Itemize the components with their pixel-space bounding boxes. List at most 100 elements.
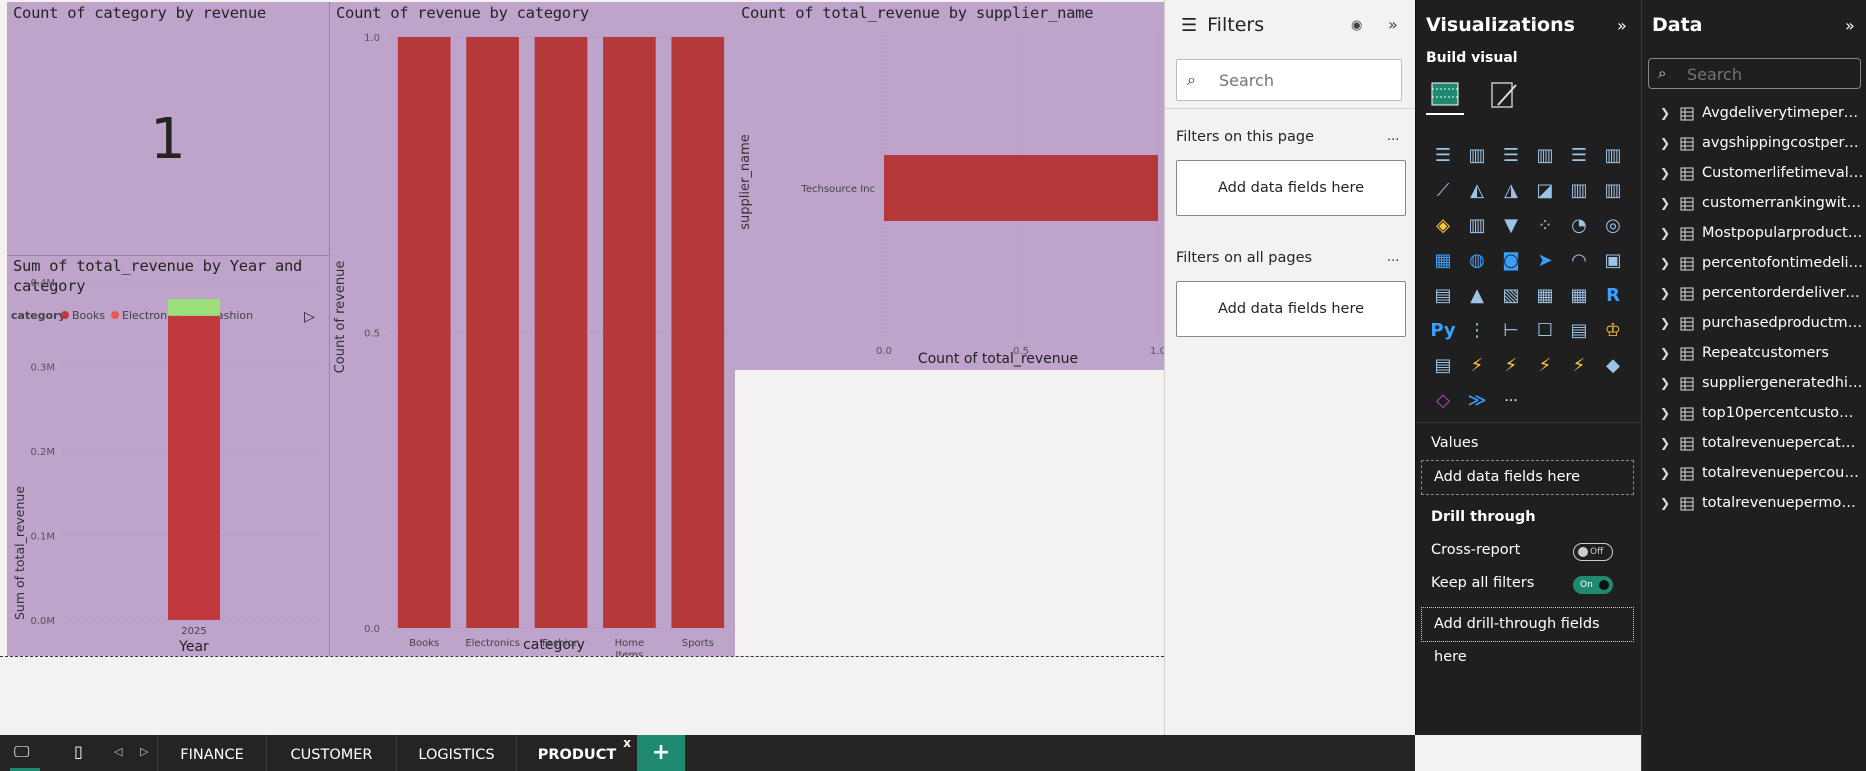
data-table-item[interactable]: ❯ top10percentcustome... <box>1642 400 1866 430</box>
prev-page-icon[interactable]: ◁ <box>114 745 122 758</box>
collapse-data-icon[interactable]: » <box>1845 16 1855 35</box>
hbar-bar[interactable] <box>884 155 1158 221</box>
clustered-bar-icon[interactable]: ☰ <box>1494 138 1528 173</box>
treemap-icon[interactable]: ▦ <box>1426 243 1460 278</box>
data-table-item[interactable]: ❯ suppliergeneratedhig... <box>1642 370 1866 400</box>
stacked-bar-segment[interactable] <box>168 315 220 620</box>
map-icon[interactable]: ◍ <box>1460 243 1494 278</box>
data-table-item[interactable]: ❯ purchasedproductmor... <box>1642 310 1866 340</box>
stacked-bar-segment[interactable] <box>168 298 220 316</box>
expand-chevron-icon[interactable]: ❯ <box>1660 346 1670 360</box>
cross-report-toggle[interactable]: Off <box>1573 543 1613 561</box>
stacked-area-icon[interactable]: ◮ <box>1494 173 1528 208</box>
expand-chevron-icon[interactable]: ❯ <box>1660 226 1670 240</box>
data-table-item[interactable]: ❯ totalrevenuepermonth... <box>1642 490 1866 520</box>
data-search-input[interactable] <box>1687 65 1852 84</box>
tab-logistics[interactable]: LOGISTICS <box>396 735 516 771</box>
expand-chevron-icon[interactable]: ❯ <box>1660 496 1670 510</box>
azure-map-icon[interactable]: ➤ <box>1528 243 1562 278</box>
metrics-icon[interactable]: ⚡ <box>1528 348 1562 383</box>
filled-map-icon[interactable]: ◙ <box>1494 243 1528 278</box>
kpi-icon[interactable]: ▲ <box>1460 278 1494 313</box>
data-table-item[interactable]: ❯ Customerlifetimevalue... <box>1642 160 1866 190</box>
goals-icon[interactable]: ⚡ <box>1562 348 1596 383</box>
card-visual[interactable]: Count of category by revenue 1 <box>7 2 329 256</box>
next-page-icon[interactable]: ▷ <box>140 745 148 758</box>
key-influencers-icon[interactable]: ⋮ <box>1460 313 1494 348</box>
r-visual-icon[interactable]: R <box>1596 278 1630 313</box>
paginated-report-icon[interactable]: ▤ <box>1426 348 1460 383</box>
stacked-column-visual[interactable]: Sum of total_revenue by Year and categor… <box>7 256 329 656</box>
expand-chevron-icon[interactable]: ❯ <box>1660 256 1670 270</box>
decomposition-tree-icon[interactable]: ⊢ <box>1494 313 1528 348</box>
data-table-item[interactable]: ❯ customerrankingwithe... <box>1642 190 1866 220</box>
data-table-item[interactable]: ❯ Mostpopularproductc... <box>1642 220 1866 250</box>
expand-chevron-icon[interactable]: ❯ <box>1660 136 1670 150</box>
drill-through-dropzone[interactable]: Add drill-through fields here <box>1421 607 1634 665</box>
pie-icon[interactable]: ◔ <box>1562 208 1596 243</box>
gauge-icon[interactable]: ◠ <box>1562 243 1596 278</box>
multirow-card-icon[interactable]: ▤ <box>1426 278 1460 313</box>
filters-search-input[interactable] <box>1219 71 1389 90</box>
column-bar[interactable] <box>466 37 519 628</box>
expand-chevron-icon[interactable]: ❯ <box>1660 196 1670 210</box>
power-apps-icon[interactable]: ⚡ <box>1460 348 1494 383</box>
mobile-view-icon[interactable]: ▯ <box>74 742 83 761</box>
narrative-icon[interactable]: ▤ <box>1562 313 1596 348</box>
data-table-item[interactable]: ❯ Repeatcustomers <box>1642 340 1866 370</box>
waterfall-icon[interactable]: ◈ <box>1426 208 1460 243</box>
data-table-item[interactable]: ❯ percentofontimedeliv... <box>1642 250 1866 280</box>
tab-product[interactable]: PRODUCT x <box>516 735 637 771</box>
expand-chevron-icon[interactable]: ❯ <box>1660 106 1670 120</box>
power-automate-icon[interactable]: ⚡ <box>1494 348 1528 383</box>
card-icon[interactable]: ▣ <box>1596 243 1630 278</box>
collapse-viz-icon[interactable]: » <box>1617 16 1627 35</box>
powerapps-diamond-icon[interactable]: ◇ <box>1426 383 1460 418</box>
values-dropzone[interactable]: Add data fields here <box>1421 460 1634 495</box>
ribbon-icon[interactable]: ◪ <box>1528 173 1562 208</box>
column-bar[interactable] <box>397 37 451 628</box>
keep-filters-toggle[interactable]: On <box>1573 576 1613 594</box>
more-options-icon[interactable]: ... <box>1387 129 1399 144</box>
data-search-box[interactable]: ⌕ <box>1648 58 1861 89</box>
eye-icon[interactable]: ◉ <box>1351 18 1362 33</box>
add-page-button[interactable]: + <box>637 735 685 771</box>
desktop-view-icon[interactable]: 🖵 <box>14 742 29 762</box>
expand-chevron-icon[interactable]: ❯ <box>1660 376 1670 390</box>
filters-this-page-dropzone[interactable]: Add data fields here <box>1176 160 1406 216</box>
collapse-filters-icon[interactable]: » <box>1388 15 1398 34</box>
stacked-bar-icon[interactable]: ☰ <box>1426 138 1460 173</box>
clustered-column-icon[interactable]: ▥ <box>1460 138 1494 173</box>
100-bar-icon[interactable]: ☰ <box>1562 138 1596 173</box>
filters-search-box[interactable]: ⌕ <box>1176 59 1402 101</box>
column-chart-visual[interactable]: Count of revenue by category Count of re… <box>329 2 735 656</box>
column-bar[interactable] <box>671 37 725 628</box>
expand-chevron-icon[interactable]: ❯ <box>1660 286 1670 300</box>
format-visual-tab[interactable] <box>1484 75 1522 115</box>
line-column-icon[interactable]: ▥ <box>1562 173 1596 208</box>
stacked-column-icon[interactable]: ▥ <box>1528 138 1562 173</box>
line-stacked-icon[interactable]: ▥ <box>1596 173 1630 208</box>
filters-all-pages-dropzone[interactable]: Add data fields here <box>1176 281 1406 337</box>
column-bar[interactable] <box>603 37 656 628</box>
100-column-icon[interactable]: ▥ <box>1596 138 1630 173</box>
more-options-icon[interactable]: ... <box>1387 250 1399 265</box>
tab-finance[interactable]: FINANCE <box>157 735 266 771</box>
data-table-item[interactable]: ❯ totalrevenuepercountr... <box>1642 460 1866 490</box>
funnel-icon[interactable]: ▼ <box>1494 208 1528 243</box>
donut-icon[interactable]: ◎ <box>1596 208 1630 243</box>
column-bar[interactable] <box>534 37 588 628</box>
data-table-item[interactable]: ❯ Avgdeliverytimepercar... <box>1642 100 1866 130</box>
build-visual-tab[interactable] <box>1426 75 1464 115</box>
matrix-icon[interactable]: ▦ <box>1562 278 1596 313</box>
slicer-icon[interactable]: ▧ <box>1494 278 1528 313</box>
python-visual-icon[interactable]: Py <box>1426 313 1460 348</box>
expand-chevron-icon[interactable]: ❯ <box>1660 466 1670 480</box>
line-chart-icon[interactable]: ⟋ <box>1426 173 1460 208</box>
tab-customer[interactable]: CUSTOMER <box>266 735 396 771</box>
data-table-item[interactable]: ❯ avgshippingcostpercu... <box>1642 130 1866 160</box>
more-visuals-icon[interactable]: ··· <box>1494 383 1528 418</box>
data-table-item[interactable]: ❯ totalrevenuepercateg... <box>1642 430 1866 460</box>
close-tab-icon[interactable]: x <box>623 723 631 763</box>
area-chart-icon[interactable]: ◭ <box>1460 173 1494 208</box>
